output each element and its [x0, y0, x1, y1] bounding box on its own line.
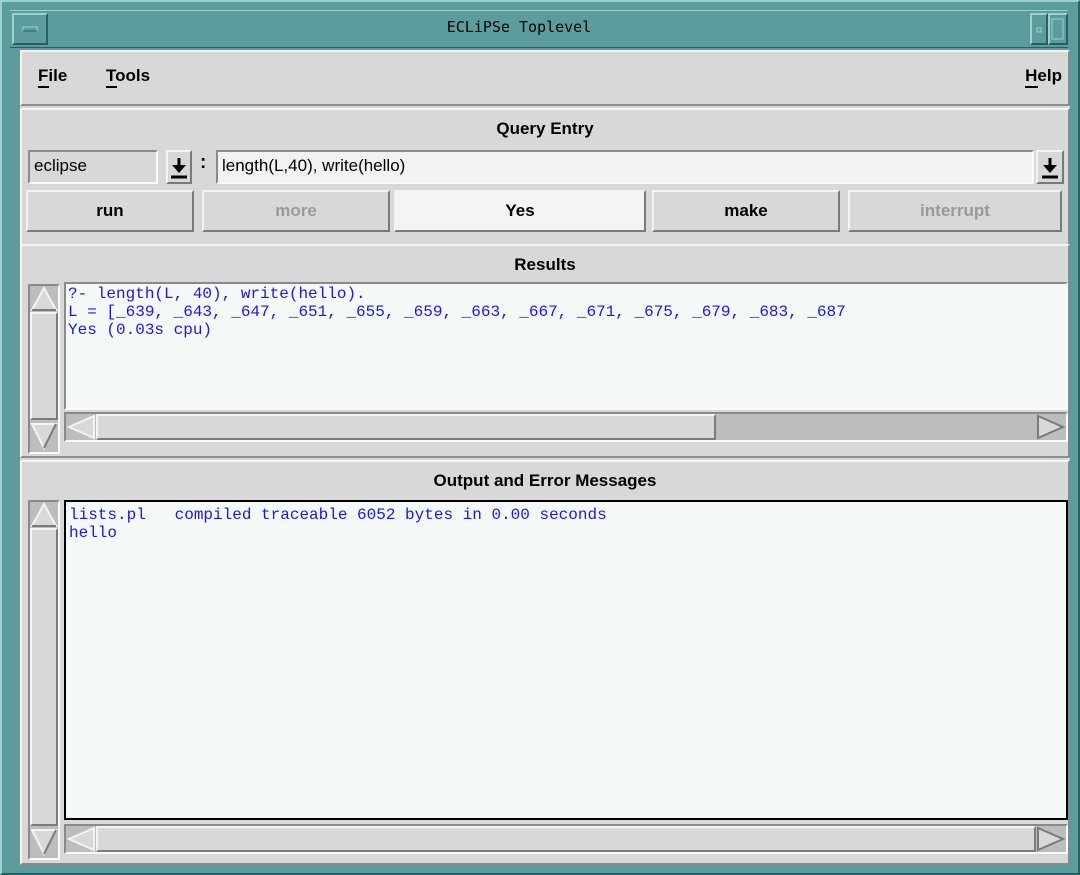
results-horizontal-thumb[interactable] [96, 414, 716, 440]
scroll-down-arrow-icon[interactable] [30, 828, 58, 856]
scroll-right-arrow-icon[interactable] [1036, 826, 1066, 852]
output-line: lists.pl compiled traceable 6052 bytes i… [69, 506, 607, 524]
output-text-area[interactable]: lists.pl compiled traceable 6052 bytes i… [64, 500, 1068, 820]
menu-file[interactable]: File [38, 66, 67, 86]
output-vertical-thumb[interactable] [30, 528, 58, 826]
maximize-button[interactable] [1048, 13, 1068, 45]
goal-value: length(L,40), write(hello) [222, 156, 406, 175]
mnemonic-underline [38, 86, 49, 88]
results-title: Results [514, 255, 576, 274]
results-line: ?- length(L, 40), write(hello). [68, 285, 366, 303]
output-panel: Output and Error Messages lists.pl compi… [20, 460, 1070, 865]
maximize-icon [1051, 18, 1064, 40]
run-button[interactable]: run [26, 190, 194, 232]
scroll-right-arrow-icon[interactable] [1036, 414, 1066, 440]
yes-button[interactable]: Yes [394, 190, 646, 232]
make-button[interactable]: make [652, 190, 840, 232]
menu-help-label: Help [1025, 66, 1062, 85]
goal-input[interactable]: length(L,40), write(hello) [216, 150, 1034, 184]
scroll-down-arrow-icon[interactable] [30, 422, 58, 450]
dropdown-arrow-icon [1042, 158, 1058, 179]
minimize-button[interactable] [1030, 13, 1048, 45]
menu-help[interactable]: Help [1025, 66, 1062, 86]
scroll-up-arrow-icon[interactable] [30, 286, 58, 312]
window-title: ECLiPSe Toplevel [446, 18, 592, 36]
menu-tools-label: Tools [106, 66, 151, 85]
dropdown-arrow-icon [171, 158, 187, 179]
menu-bar: File Tools Help [20, 50, 1070, 106]
results-horizontal-scrollbar[interactable] [64, 412, 1068, 442]
output-horizontal-thumb[interactable] [96, 826, 1036, 852]
results-line: L = [_639, _643, _647, _651, _655, _659,… [68, 303, 846, 321]
goal-history-dropdown-button[interactable] [1036, 150, 1064, 184]
scroll-left-arrow-icon[interactable] [66, 826, 96, 852]
mnemonic-underline [106, 86, 117, 88]
results-vertical-scrollbar[interactable] [28, 284, 60, 454]
menu-file-label: File [38, 66, 68, 85]
output-horizontal-scrollbar[interactable] [64, 824, 1068, 854]
minimize-icon [1036, 27, 1042, 33]
module-value: eclipse [34, 156, 87, 175]
mnemonic-underline [1025, 86, 1038, 88]
results-text-area[interactable]: ?- length(L, 40), write(hello). L = [_63… [64, 282, 1068, 410]
window-menu-button[interactable] [12, 13, 48, 45]
results-panel: Results ?- length(L, 40), write(hello). … [20, 244, 1070, 458]
query-entry-title: Query Entry [496, 119, 594, 138]
output-title: Output and Error Messages [433, 471, 657, 490]
client-area: File Tools Help Query Entry eclipse : le… [20, 50, 1070, 865]
title-bar[interactable]: ECLiPSe Toplevel [10, 10, 1068, 48]
scroll-left-arrow-icon[interactable] [66, 414, 96, 440]
output-vertical-scrollbar[interactable] [28, 500, 60, 860]
menu-tools[interactable]: Tools [106, 66, 150, 86]
more-button[interactable]: more [202, 190, 390, 232]
results-vertical-thumb[interactable] [30, 312, 58, 420]
module-field[interactable]: eclipse [28, 150, 158, 184]
module-dropdown-button[interactable] [166, 150, 192, 184]
output-line: hello [69, 524, 118, 542]
interrupt-button[interactable]: interrupt [848, 190, 1062, 232]
window-menu-icon [22, 26, 38, 32]
query-buttons-row: run more Yes make interrupt [26, 190, 1066, 234]
results-line: Yes (0.03s cpu) [68, 321, 213, 339]
module-goal-separator: : [200, 152, 207, 173]
scroll-up-arrow-icon[interactable] [30, 502, 58, 528]
